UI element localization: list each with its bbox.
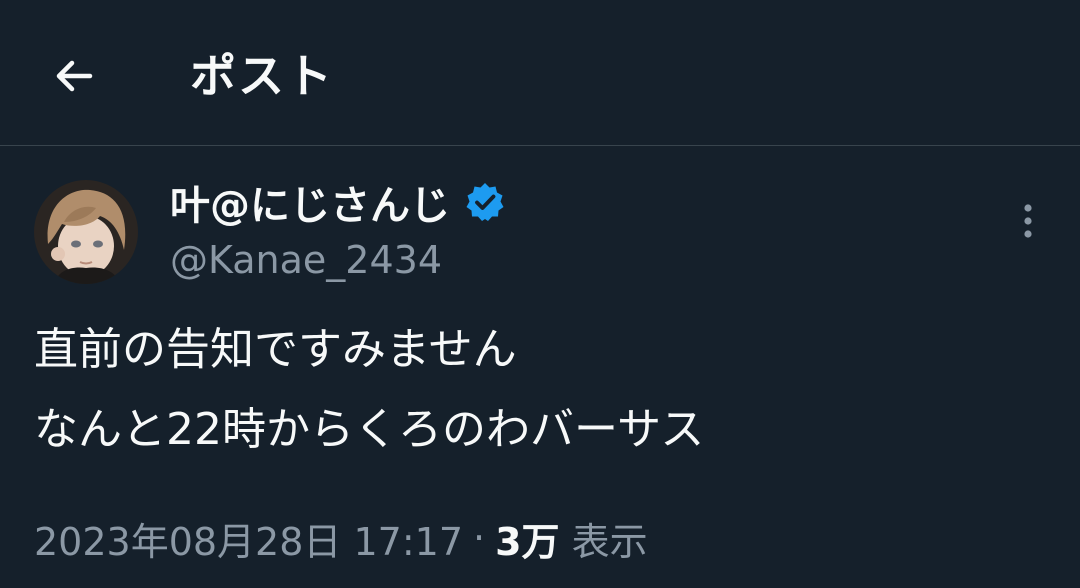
tweet-text-line: なんと22時からくろのわバーサス xyxy=(34,404,705,455)
back-button[interactable] xyxy=(44,46,104,106)
meta-separator: · xyxy=(473,516,486,560)
view-count: 3万 xyxy=(495,519,560,564)
author-display-name: 叶@にじさんじ xyxy=(170,183,450,229)
tweet-timestamp[interactable]: 2023年08月28日 17:17 xyxy=(34,511,463,566)
view-count-label: 表示 xyxy=(571,519,648,564)
tweet-text-line: 直前の告知ですみません xyxy=(34,324,517,375)
avatar[interactable] xyxy=(34,180,138,284)
tweet-meta: 2023年08月28日 17:17 · 3万 表示 xyxy=(34,508,648,568)
more-vertical-icon xyxy=(1024,204,1032,238)
page-title: ポスト xyxy=(190,49,334,103)
arrow-left-icon xyxy=(56,60,93,92)
more-options-button[interactable] xyxy=(1006,196,1050,246)
author-handle[interactable]: @Kanae_2434 xyxy=(170,232,442,288)
tweet-body: 直前の告知ですみません なんと22時からくろのわバーサス xyxy=(34,310,1044,470)
verified-badge-icon xyxy=(466,183,504,221)
avatar-image xyxy=(34,180,138,284)
author-name-row[interactable]: 叶@にじさんじ xyxy=(170,172,506,232)
top-app-bar: ポスト xyxy=(0,0,1080,146)
